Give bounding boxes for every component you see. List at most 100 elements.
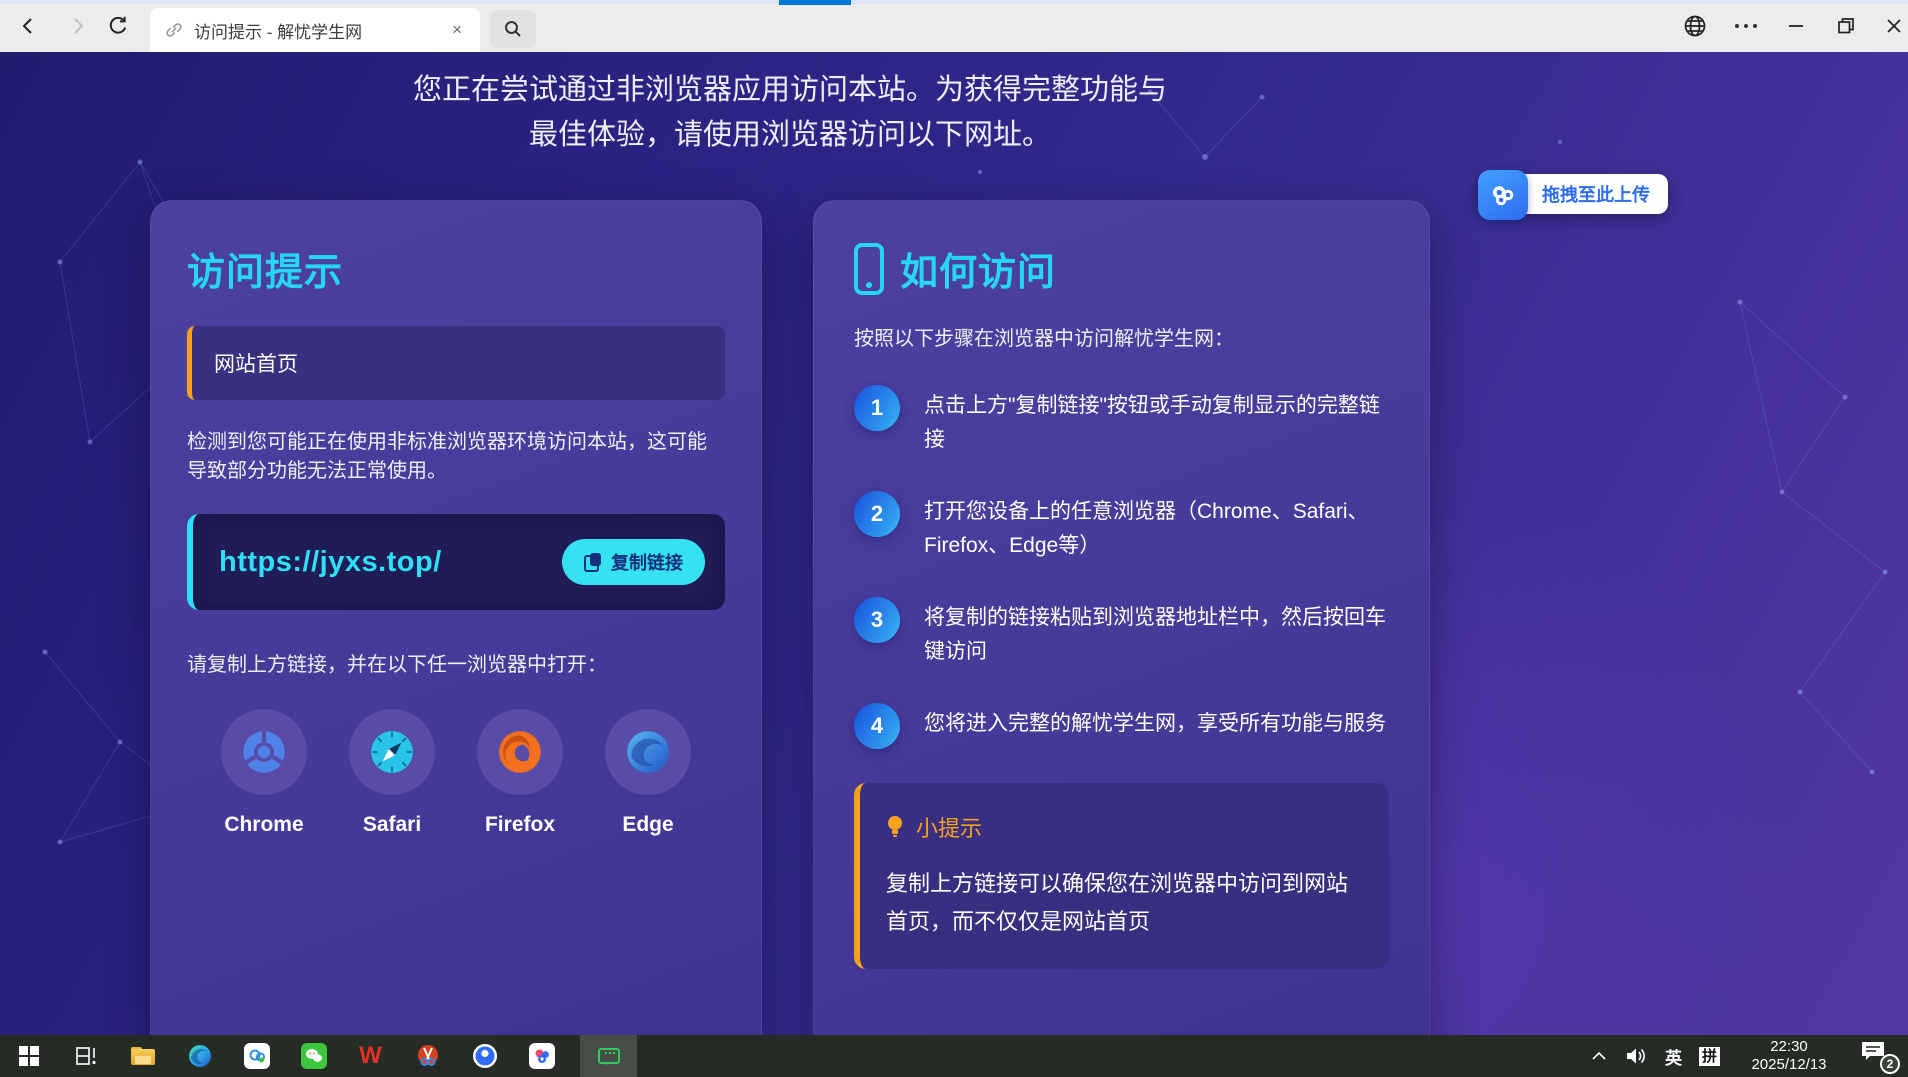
ime-indicator[interactable]: 拼	[1699, 1047, 1720, 1066]
message-app-button-active[interactable]	[580, 1035, 637, 1077]
firefox-label: Firefox	[485, 813, 555, 837]
step-4-number: 4	[854, 703, 900, 749]
phone-icon	[854, 243, 884, 295]
site-url[interactable]: https://jyxs.top/	[219, 546, 562, 579]
quark-browser-button[interactable]	[456, 1035, 513, 1077]
forward-icon	[68, 16, 88, 36]
clock-date: 2025/12/13	[1751, 1056, 1826, 1073]
refresh-button[interactable]	[104, 12, 132, 40]
access-notice-card: 访问提示 网站首页 检测到您可能正在使用非标准浏览器环境访问本站，这可能导致部分…	[150, 200, 762, 1035]
restore-button[interactable]	[1832, 12, 1860, 40]
baidu-netdisk-button[interactable]	[513, 1035, 570, 1077]
globe-icon	[1683, 14, 1707, 38]
safari-icon	[367, 727, 417, 777]
wechat-icon	[301, 1043, 327, 1069]
window-top-strip	[0, 0, 1908, 4]
link-icon	[164, 20, 184, 40]
wps-office-button[interactable]: W	[342, 1035, 399, 1077]
tab-close-button[interactable]: ×	[448, 18, 466, 42]
page-hero-text: 您正在尝试通过非浏览器应用访问本站。为获得完整功能与 最佳体验，请使用浏览器访问…	[150, 68, 1430, 158]
edge-taskbar-icon	[187, 1043, 213, 1069]
clock-time: 22:30	[1770, 1038, 1808, 1055]
site-home-label-box: 网站首页	[187, 326, 725, 400]
browser-item-firefox[interactable]: Firefox	[465, 709, 575, 837]
file-explorer-button[interactable]	[114, 1035, 171, 1077]
chrome-label: Chrome	[224, 813, 303, 837]
edge-label: Edge	[622, 813, 673, 837]
baidu-netdisk-icon	[529, 1043, 555, 1069]
chrome-circle	[221, 709, 307, 795]
task-view-button[interactable]	[57, 1035, 114, 1077]
step-4: 4 您将进入完整的解忧学生网，享受所有功能与服务	[854, 703, 1389, 749]
close-icon	[1885, 17, 1903, 35]
language-indicator[interactable]: 英	[1665, 1044, 1682, 1069]
clock[interactable]: 22:30 2025/12/13	[1737, 1038, 1841, 1074]
file-explorer-icon	[131, 1047, 155, 1065]
notification-badge: 2	[1880, 1054, 1900, 1074]
more-icon	[1735, 24, 1757, 28]
firefox-circle	[477, 709, 563, 795]
cloud-drive-button[interactable]	[228, 1035, 285, 1077]
tip-title: 小提示	[916, 811, 982, 843]
tip-title-row: 小提示	[886, 811, 1363, 843]
tip-box: 小提示 复制上方链接可以确保您在浏览器中访问到网站首页，而不仅仅是网站首页	[854, 783, 1389, 969]
site-home-label: 网站首页	[214, 353, 298, 376]
tab-title: 访问提示 - 解忧学生网	[194, 18, 448, 43]
browser-item-safari[interactable]: Safari	[337, 709, 447, 837]
right-card-title-row: 如何访问	[854, 241, 1389, 296]
safari-label: Safari	[363, 813, 421, 837]
refresh-icon	[107, 15, 129, 37]
step-2-number: 2	[854, 491, 900, 537]
browser-item-chrome[interactable]: Chrome	[209, 709, 319, 837]
hero-line-1: 您正在尝试通过非浏览器应用访问本站。为获得完整功能与	[150, 68, 1430, 113]
search-button[interactable]	[490, 10, 536, 48]
start-button[interactable]	[0, 1035, 57, 1077]
baidu-netdisk-badge[interactable]	[1478, 170, 1528, 220]
webpage-viewport: 您正在尝试通过非浏览器应用访问本站。为获得完整功能与 最佳体验，请使用浏览器访问…	[0, 52, 1908, 1035]
wps-office-icon: W	[359, 1042, 382, 1070]
step-1: 1 点击上方"复制链接"按钮或手动复制显示的完整链接	[854, 385, 1389, 457]
system-tray: 英 拼 22:30 2025/12/13 2	[1591, 1035, 1908, 1077]
step-2: 2 打开您设备上的任意浏览器（Chrome、Safari、Firefox、Edg…	[854, 491, 1389, 563]
browsers-hint: 请复制上方链接，并在以下任一浏览器中打开：	[187, 648, 725, 677]
minimize-icon	[1787, 17, 1805, 35]
browser-tab[interactable]: 访问提示 - 解忧学生网 ×	[150, 8, 480, 52]
step-1-text: 点击上方"复制链接"按钮或手动复制显示的完整链接	[924, 385, 1389, 457]
copy-link-label: 复制链接	[611, 549, 683, 575]
quark-browser-icon	[472, 1043, 498, 1069]
step-3: 3 将复制的链接粘贴到浏览器地址栏中，然后按回车键访问	[854, 597, 1389, 669]
steps-list: 1 点击上方"复制链接"按钮或手动复制显示的完整链接 2 打开您设备上的任意浏览…	[854, 385, 1389, 749]
firefox-icon	[495, 727, 545, 777]
page-load-progress-bar	[779, 0, 851, 5]
hero-line-2: 最佳体验，请使用浏览器访问以下网址。	[150, 113, 1430, 158]
bulb-icon	[886, 815, 904, 839]
scissors-tool-button[interactable]	[399, 1035, 456, 1077]
windows-logo-icon	[19, 1046, 39, 1066]
copy-link-button[interactable]: 复制链接	[562, 539, 705, 585]
wechat-button[interactable]	[285, 1035, 342, 1077]
step-4-text: 您将进入完整的解忧学生网，享受所有功能与服务	[924, 703, 1386, 749]
browser-item-edge[interactable]: Edge	[593, 709, 703, 837]
edge-icon	[623, 727, 673, 777]
forward-button[interactable]	[64, 12, 92, 40]
baidu-netdisk-cloud-icon	[1488, 180, 1518, 210]
step-1-number: 1	[854, 385, 900, 431]
edge-taskbar-button[interactable]	[171, 1035, 228, 1077]
volume-icon[interactable]	[1624, 1046, 1648, 1066]
more-options-button[interactable]	[1732, 12, 1760, 40]
message-app-icon	[598, 1048, 620, 1064]
step-3-number: 3	[854, 597, 900, 643]
step-2-text: 打开您设备上的任意浏览器（Chrome、Safari、Firefox、Edge等…	[924, 491, 1389, 563]
safari-circle	[349, 709, 435, 795]
globe-button[interactable]	[1681, 12, 1709, 40]
cloud-drive-icon	[244, 1043, 270, 1069]
edge-circle	[605, 709, 691, 795]
close-window-button[interactable]	[1880, 12, 1908, 40]
tray-chevron-up-icon[interactable]	[1591, 1051, 1607, 1061]
back-icon	[18, 16, 38, 36]
back-button[interactable]	[14, 12, 42, 40]
notification-center-button[interactable]: 2	[1858, 1039, 1898, 1073]
drag-upload-label: 拖拽至此上传	[1542, 181, 1650, 207]
minimize-button[interactable]	[1782, 12, 1810, 40]
copy-icon	[584, 553, 601, 572]
